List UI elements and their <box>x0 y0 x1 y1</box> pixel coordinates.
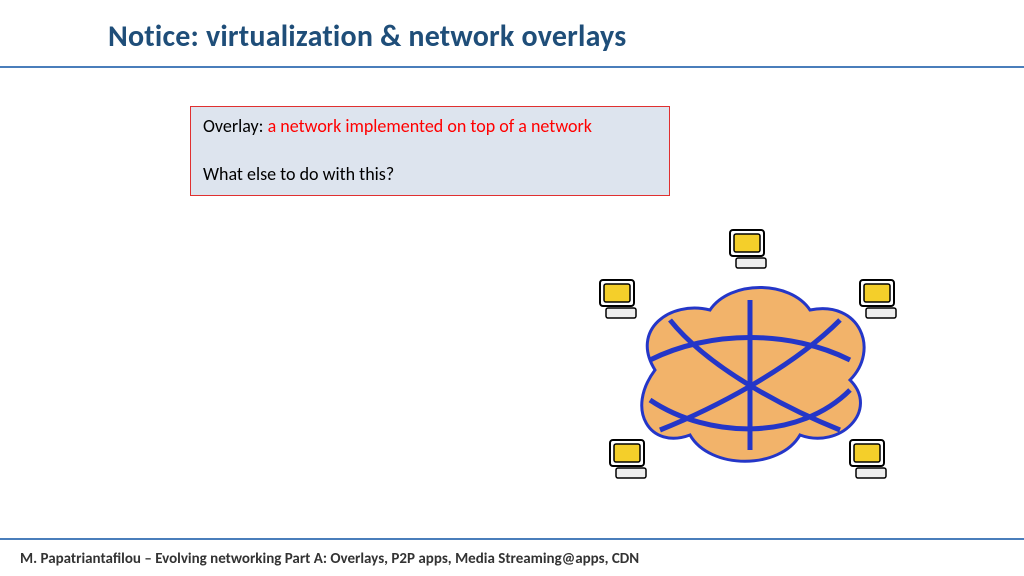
title-divider <box>0 66 1024 68</box>
slide: Notice: virtualization & network overlay… <box>0 0 1024 576</box>
footer-text: M. Papatriantafilou – Evolving networkin… <box>20 550 639 568</box>
network-overlay-diagram <box>560 210 930 510</box>
overlay-network-icon <box>560 210 930 510</box>
footer-divider <box>0 538 1024 540</box>
definition-box: Overlay: a network implemented on top of… <box>190 106 670 196</box>
slide-title-block: Notice: virtualization & network overlay… <box>0 18 1024 65</box>
definition-meaning: a network implemented on top of a networ… <box>268 115 592 137</box>
definition-question: What else to do with this? <box>203 163 657 185</box>
definition-label: Overlay: <box>203 115 264 137</box>
slide-title: Notice: virtualization & network overlay… <box>108 18 1024 55</box>
definition-line: Overlay: a network implemented on top of… <box>203 115 657 137</box>
